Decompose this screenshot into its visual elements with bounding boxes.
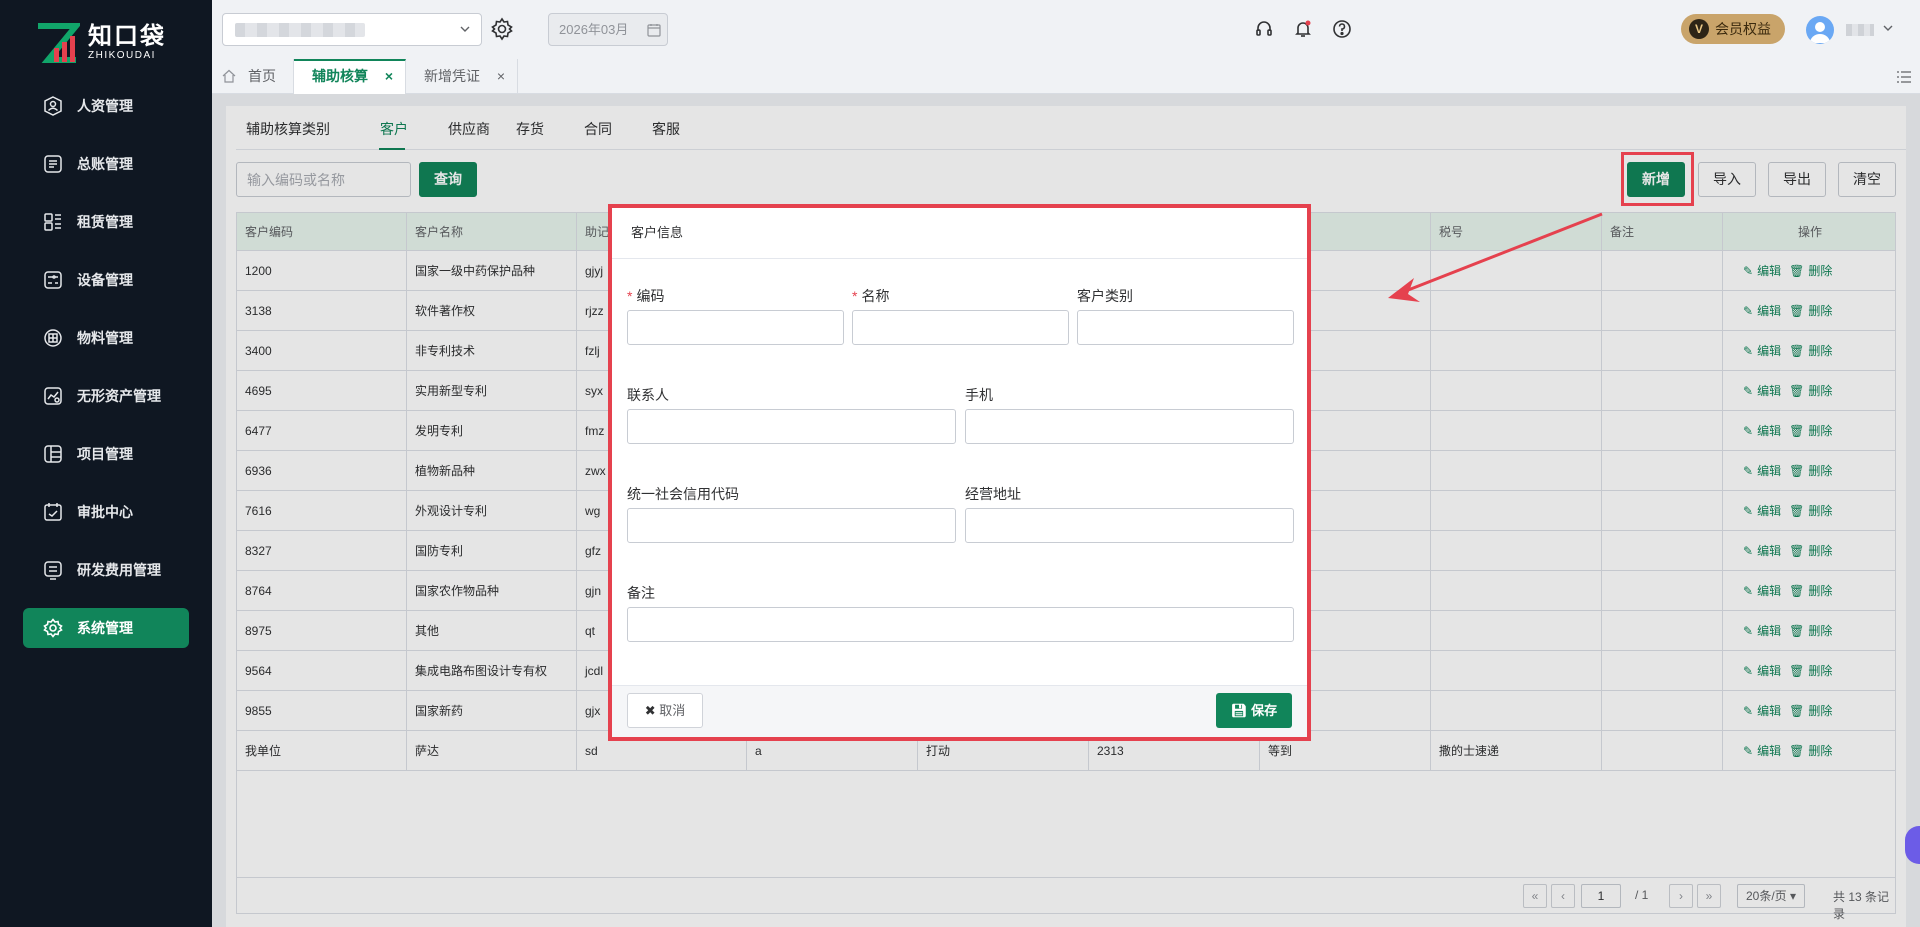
close-icon[interactable]: × [497, 59, 505, 93]
approval-icon [44, 503, 62, 521]
sidebar-item-label: 项目管理 [77, 446, 133, 462]
sidebar-item-label: 设备管理 [77, 272, 133, 288]
sidebar-item-lease[interactable]: 租赁管理 [23, 202, 189, 242]
sidebar-item-label: 无形资产管理 [77, 388, 161, 404]
contact-field[interactable] [627, 409, 956, 444]
tab-label: 首页 [248, 68, 276, 84]
dialog-title: 客户信息 [612, 208, 1307, 259]
vip-benefits-button[interactable]: V 会员权益 [1681, 14, 1785, 44]
name-field[interactable] [852, 310, 1069, 345]
save-button[interactable]: 💾︎ 保存 [1216, 693, 1292, 728]
name-label-text: 名称 [861, 288, 890, 304]
sidebar-item-label: 租赁管理 [77, 214, 133, 230]
sidebar-item-material[interactable]: 物料管理 [23, 318, 189, 358]
tab-home[interactable]: 首页 [212, 59, 294, 94]
org-name-redacted [235, 23, 365, 37]
logo-mark-icon [38, 23, 80, 63]
name-label: * 名称 [852, 286, 889, 306]
tab-auxiliary-accounting[interactable]: 辅助核算 × [294, 59, 406, 94]
mobile-label: 手机 [965, 387, 993, 403]
list-menu-icon[interactable] [1896, 69, 1912, 85]
sidebar-item-intangible[interactable]: 无形资产管理 [23, 376, 189, 416]
bell-icon[interactable] [1293, 19, 1313, 39]
device-icon [44, 271, 62, 289]
tab-new-voucher[interactable]: 新增凭证 × [406, 59, 518, 94]
sidebar-item-label: 总账管理 [77, 156, 133, 172]
sidebar-item-label: 物料管理 [77, 330, 133, 346]
sidebar-item-project[interactable]: 项目管理 [23, 434, 189, 474]
required-mark: * [627, 288, 633, 304]
save-label: 保存 [1251, 703, 1278, 718]
tab-label: 辅助核算 [312, 68, 368, 84]
remark-label: 备注 [627, 585, 655, 601]
tab-label: 新增凭证 [424, 68, 480, 84]
chevron-down-icon[interactable] [1882, 22, 1894, 34]
sidebar-item-ledger[interactable]: 总账管理 [23, 144, 189, 184]
close-icon[interactable]: × [385, 61, 393, 92]
headset-icon[interactable] [1254, 19, 1274, 39]
sidebar-item-label: 审批中心 [77, 504, 133, 520]
period-date-value: 2026年03月 [559, 22, 629, 37]
gear-icon [43, 618, 63, 638]
code-field[interactable] [627, 310, 844, 345]
brand-name-en: ZHIKOUDAI [88, 50, 156, 61]
settings-gear-icon[interactable] [490, 17, 514, 41]
username-redacted [1846, 24, 1874, 36]
sidebar-item-device[interactable]: 设备管理 [23, 260, 189, 300]
cancel-label: 取消 [659, 703, 686, 718]
floppy-disk-icon: 💾︎ [1230, 703, 1248, 718]
ledger-icon [44, 155, 62, 173]
chat-support-icon[interactable] [1905, 826, 1920, 864]
sidebar-item-system[interactable]: 系统管理 [23, 608, 189, 648]
address-field[interactable] [965, 508, 1294, 543]
credit-code-field[interactable] [627, 508, 956, 543]
category-field[interactable] [1077, 310, 1294, 345]
contact-label: 联系人 [627, 387, 669, 403]
org-select[interactable] [222, 13, 482, 46]
app-root: 知口袋 ZHIKOUDAI 人资管理 总账管理 租赁管理 设备管理 物料管理 无… [0, 0, 1920, 927]
mobile-field[interactable] [965, 409, 1294, 444]
sidebar-item-label: 研发费用管理 [77, 562, 161, 578]
material-icon [44, 329, 62, 347]
calendar-icon [647, 24, 661, 37]
cancel-button[interactable]: ✖ 取消 [627, 693, 703, 728]
top-header: 2026年03月 V 会员权益 [212, 0, 1920, 59]
help-icon[interactable] [1332, 19, 1352, 39]
sidebar-item-approval[interactable]: 审批中心 [23, 492, 189, 532]
user-badge-icon [44, 96, 62, 116]
home-icon [222, 69, 236, 83]
sidebar: 知口袋 ZHIKOUDAI 人资管理 总账管理 租赁管理 设备管理 物料管理 无… [0, 0, 212, 927]
code-label: * 编码 [627, 286, 664, 306]
customer-info-dialog: 客户信息 * 编码 * 名称 客户类别 联系人 手机 统一社会信用代码 经营地址 备… [608, 204, 1311, 741]
sidebar-item-label: 系统管理 [77, 620, 133, 636]
project-icon [44, 445, 62, 463]
lease-icon [44, 213, 61, 231]
user-avatar-icon [1810, 22, 1830, 43]
sidebar-menu: 人资管理 总账管理 租赁管理 设备管理 物料管理 无形资产管理 项目管理 审批中… [23, 86, 189, 666]
avatar[interactable] [1806, 16, 1834, 44]
remark-field[interactable] [627, 607, 1294, 642]
sidebar-item-label: 人资管理 [77, 98, 133, 114]
required-mark: * [852, 288, 858, 304]
code-label-text: 编码 [636, 288, 665, 304]
chevron-down-icon [460, 26, 470, 32]
dialog-footer: ✖ 取消 💾︎ 保存 [612, 685, 1307, 737]
category-label: 客户类别 [1077, 288, 1133, 304]
vip-badge-icon: V [1689, 19, 1709, 39]
brand-logo: 知口袋 ZHIKOUDAI [36, 22, 166, 64]
credit-code-label: 统一社会信用代码 [627, 486, 739, 502]
page-tabs: 首页 辅助核算 × 新增凭证 × [212, 59, 1920, 94]
close-icon: ✖ [644, 703, 656, 718]
sidebar-item-rnd[interactable]: 研发费用管理 [23, 550, 189, 590]
period-date-picker[interactable]: 2026年03月 [548, 13, 668, 46]
rnd-icon [44, 561, 62, 580]
sidebar-item-hr[interactable]: 人资管理 [23, 86, 189, 126]
vip-label: 会员权益 [1715, 21, 1771, 37]
brand-name: 知口袋 [88, 23, 166, 50]
address-label: 经营地址 [965, 486, 1021, 502]
asset-chart-icon [44, 387, 62, 405]
